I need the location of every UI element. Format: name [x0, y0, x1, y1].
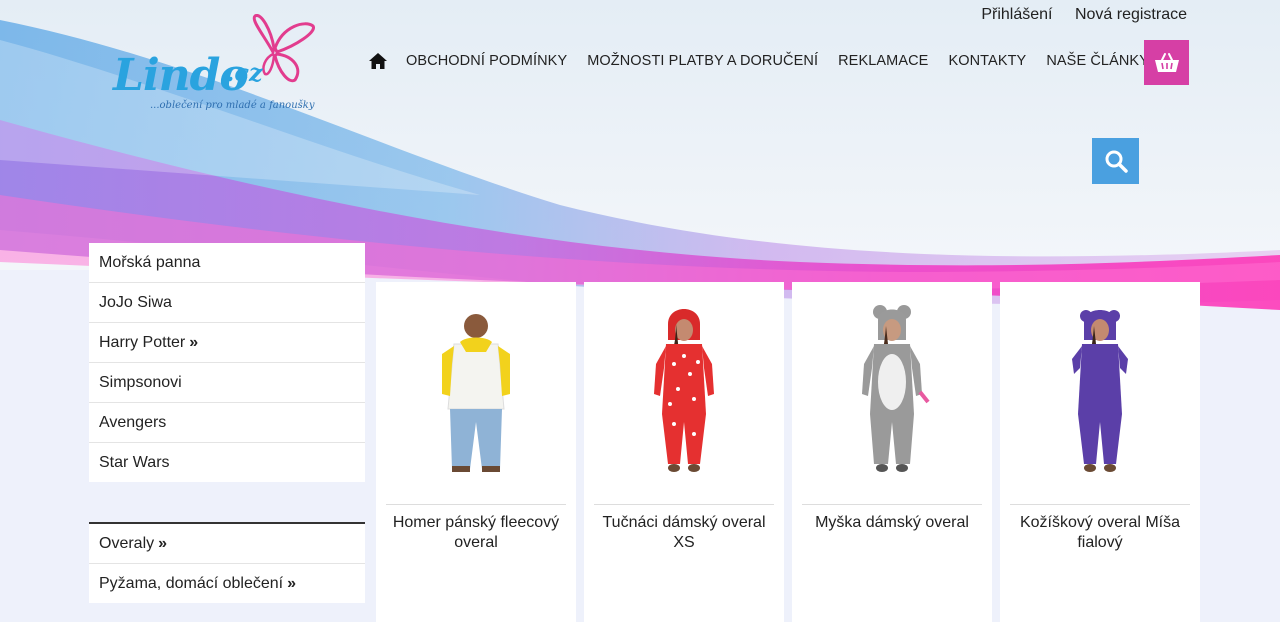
- sidebar-item-harry-potter[interactable]: Harry Potter»: [89, 323, 365, 363]
- sidebar-item-jojo-siwa[interactable]: JoJo Siwa: [89, 283, 365, 323]
- sidebar-item-star-wars[interactable]: Star Wars: [89, 443, 365, 482]
- nav-obchodni-podminky[interactable]: OBCHODNÍ PODMÍNKY: [406, 53, 567, 69]
- sidebar-item-pyzama[interactable]: Pyžama, domácí oblečení»: [89, 564, 365, 603]
- product-title[interactable]: Myška dámský overal: [798, 513, 986, 533]
- sidebar-item-simpsonovi[interactable]: Simpsonovi: [89, 363, 365, 403]
- site-header: Lindo .cz ...oblečení pro mladé a fanouš…: [0, 0, 1280, 240]
- cart-button[interactable]: [1144, 40, 1189, 85]
- home-icon[interactable]: [368, 50, 390, 72]
- product-image[interactable]: [386, 304, 566, 479]
- nav-reklamace[interactable]: REKLAMACE: [838, 53, 928, 69]
- nav-platba-doruceni[interactable]: MOŽNOSTI PLATBY A DORUČENÍ: [587, 53, 818, 69]
- main-nav: OBCHODNÍ PODMÍNKY MOŽNOSTI PLATBY A DORU…: [368, 50, 1169, 72]
- product-image[interactable]: [1010, 304, 1190, 479]
- account-links: Přihlášení Nová registrace: [963, 6, 1187, 24]
- search-button[interactable]: [1092, 138, 1139, 184]
- product-image[interactable]: [802, 304, 982, 479]
- product-card[interactable]: Tučnáci dámský overal XS: [584, 282, 784, 622]
- product-card[interactable]: Myška dámský overal: [792, 282, 992, 622]
- nav-kontakty[interactable]: KONTAKTY: [948, 53, 1026, 69]
- product-title[interactable]: Kožíškový overal Míša fialový: [1006, 513, 1194, 553]
- sidebar-item-morska-panna[interactable]: Mořská panna: [89, 243, 365, 283]
- basket-icon: [1154, 52, 1179, 72]
- product-title[interactable]: Homer pánský fleecový overal: [382, 513, 570, 553]
- product-title[interactable]: Tučnáci dámský overal XS: [590, 513, 778, 553]
- product-card[interactable]: Kožíškový overal Míša fialový: [1000, 282, 1200, 622]
- category-sidebar: Mořská panna JoJo Siwa Harry Potter» Sim…: [89, 243, 365, 603]
- site-logo[interactable]: Lindo .cz ...oblečení pro mladé a fanouš…: [108, 14, 323, 114]
- category-menu-type: Overaly» Pyžama, domácí oblečení»: [89, 522, 365, 603]
- login-link[interactable]: Přihlášení: [981, 6, 1052, 23]
- category-menu-fandom: Mořská panna JoJo Siwa Harry Potter» Sim…: [89, 243, 365, 482]
- product-grid: Homer pánský fleecový overal Tučnáci dám…: [376, 282, 1208, 622]
- nav-nase-clanky[interactable]: NAŠE ČLÁNKY: [1046, 53, 1149, 69]
- logo-tagline: ...oblečení pro mladé a fanoušky: [150, 100, 315, 111]
- register-link[interactable]: Nová registrace: [1075, 6, 1187, 23]
- sidebar-item-avengers[interactable]: Avengers: [89, 403, 365, 443]
- search-icon: [1105, 150, 1128, 173]
- logo-suffix: .cz: [226, 58, 263, 87]
- product-image[interactable]: [594, 304, 774, 479]
- sidebar-item-overaly[interactable]: Overaly»: [89, 524, 365, 564]
- product-card[interactable]: Homer pánský fleecový overal: [376, 282, 576, 622]
